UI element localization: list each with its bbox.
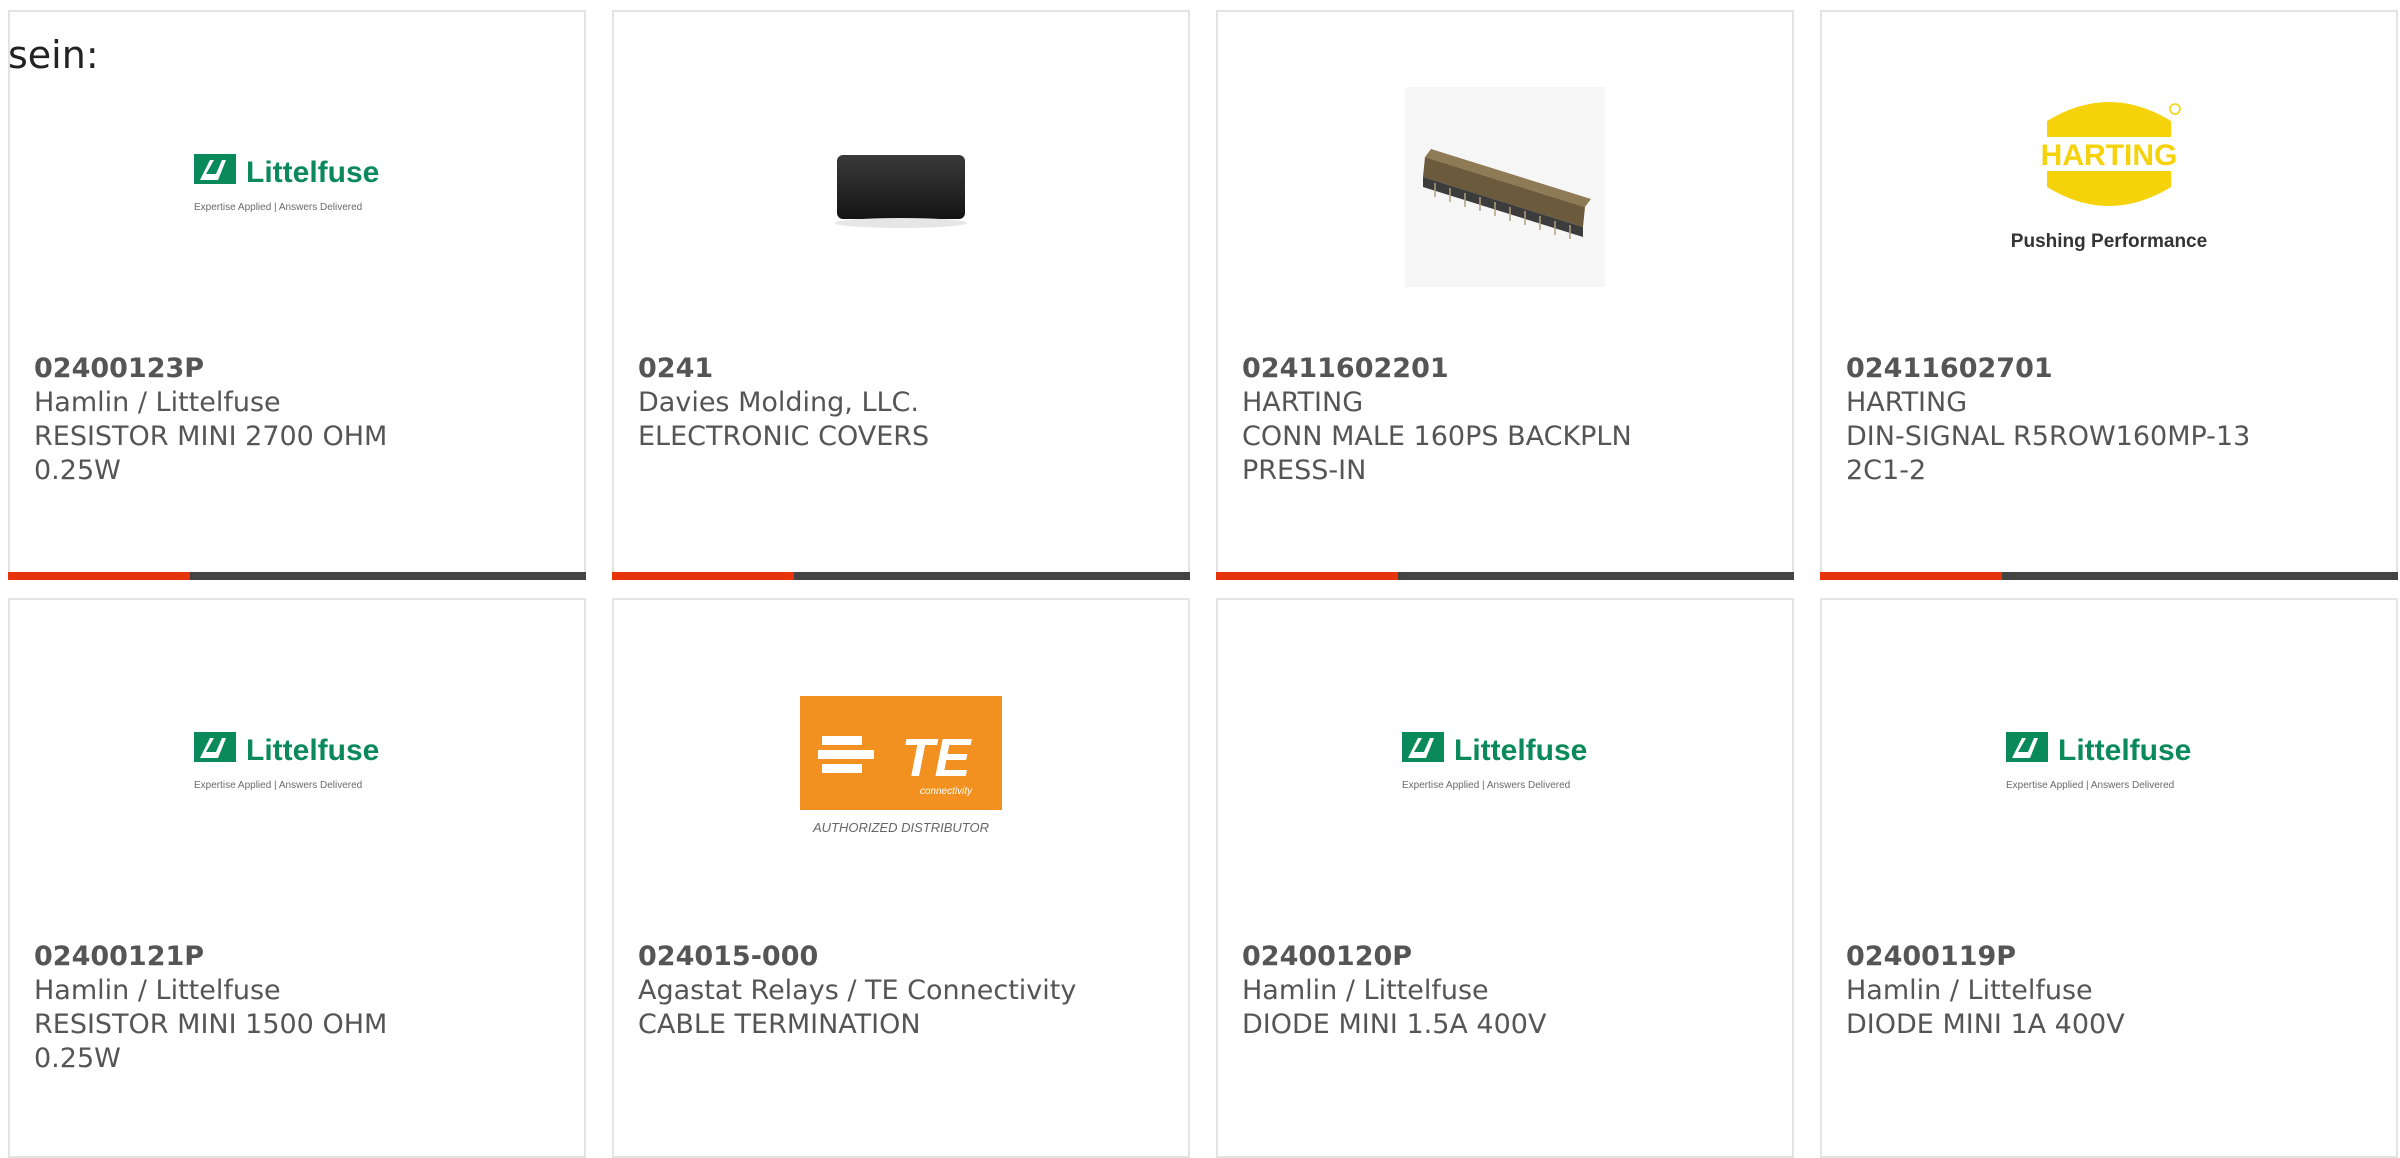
description: DIODE MINI 1A 400V [1846,1009,2125,1040]
card-accent-bar [612,572,794,580]
description: DIODE MINI 1.5A 400V [1242,1009,1547,1040]
description: RESISTOR MINI 1500 OHM [34,1009,388,1040]
card-bottom-bar [1820,572,2398,580]
product-card[interactable]: HARTING Pushing Performance 02411602701 … [1820,10,2398,580]
card-bottom-bar [1216,572,1794,580]
part-number[interactable]: 024015-000 [638,940,1076,974]
product-card[interactable]: Littelfuse Expertise Applied | Answers D… [8,10,586,580]
part-number[interactable]: 02400123P [34,352,387,386]
product-card[interactable]: 0241 Davies Molding, LLC. ELECTRONIC COV… [612,10,1190,580]
manufacturer: Davies Molding, LLC. [638,387,919,418]
littelfuse-logo: Littelfuse Expertise Applied | Answers D… [1218,650,1792,880]
black-cover-photo [614,72,1188,302]
description: DIN-SIGNAL R5ROW160MP-13 [1846,421,2251,452]
svg-text:HARTING: HARTING [2041,139,2178,172]
description: ELECTRONIC COVERS [638,421,930,452]
svg-text:Expertise Applied | Answers De: Expertise Applied | Answers Delivered [194,780,362,791]
svg-text:Pushing Performance: Pushing Performance [2011,231,2207,252]
description-line2: 0.25W [34,1043,121,1074]
svg-text:TE: TE [901,728,972,788]
card-accent-bar [1216,572,1398,580]
intro-text: sein: [8,33,99,77]
svg-text:connectivity: connectivity [920,786,973,797]
manufacturer: Hamlin / Littelfuse [34,387,281,418]
product-card[interactable]: Littelfuse Expertise Applied | Answers D… [8,598,586,1158]
part-number[interactable]: 02400119P [1846,940,2125,974]
product-card[interactable]: Littelfuse Expertise Applied | Answers D… [1216,598,1794,1158]
svg-text:AUTHORIZED DISTRIBUTOR: AUTHORIZED DISTRIBUTOR [812,820,989,835]
part-number[interactable]: 0241 [638,352,929,386]
description-line2: PRESS-IN [1242,455,1367,486]
manufacturer: Hamlin / Littelfuse [1846,975,2093,1006]
description: RESISTOR MINI 2700 OHM [34,421,388,452]
card-bottom-bar [612,572,1190,580]
manufacturer: Agastat Relays / TE Connectivity [638,975,1077,1006]
svg-text:Littelfuse: Littelfuse [246,734,379,767]
littelfuse-logo: Littelfuse Expertise Applied | Answers D… [10,72,584,302]
description-line2: 2C1-2 [1846,455,1927,486]
product-card[interactable]: TE connectivity AUTHORIZED DISTRIBUTOR 0… [612,598,1190,1158]
card-bottom-bar [8,572,586,580]
svg-text:Littelfuse: Littelfuse [246,156,379,189]
part-number[interactable]: 02400121P [34,940,387,974]
svg-text:Expertise Applied | Answers De: Expertise Applied | Answers Delivered [2006,780,2174,791]
svg-text:Expertise Applied | Answers De: Expertise Applied | Answers Delivered [1402,780,1570,791]
harting-logo: HARTING Pushing Performance [1822,72,2396,302]
connector-photo [1218,72,1792,302]
manufacturer: Hamlin / Littelfuse [34,975,281,1006]
description: CABLE TERMINATION [638,1009,921,1040]
te-logo: TE connectivity AUTHORIZED DISTRIBUTOR [614,650,1188,880]
description: CONN MALE 160PS BACKPLN [1242,421,1632,452]
part-number[interactable]: 02400120P [1242,940,1546,974]
svg-text:Littelfuse: Littelfuse [1454,734,1587,767]
product-card[interactable]: 02411602201 HARTING CONN MALE 160PS BACK… [1216,10,1794,580]
svg-text:Expertise Applied | Answers De: Expertise Applied | Answers Delivered [194,202,362,213]
part-number[interactable]: 02411602201 [1242,352,1632,386]
littelfuse-logo: Littelfuse Expertise Applied | Answers D… [10,650,584,880]
littelfuse-logo: Littelfuse Expertise Applied | Answers D… [1822,650,2396,880]
svg-text:Littelfuse: Littelfuse [2058,734,2191,767]
card-accent-bar [1820,572,2002,580]
manufacturer: HARTING [1846,387,1968,418]
part-number[interactable]: 02411602701 [1846,352,2250,386]
card-accent-bar [8,572,190,580]
product-card[interactable]: Littelfuse Expertise Applied | Answers D… [1820,598,2398,1158]
manufacturer: HARTING [1242,387,1364,418]
description-line2: 0.25W [34,455,121,486]
manufacturer: Hamlin / Littelfuse [1242,975,1489,1006]
